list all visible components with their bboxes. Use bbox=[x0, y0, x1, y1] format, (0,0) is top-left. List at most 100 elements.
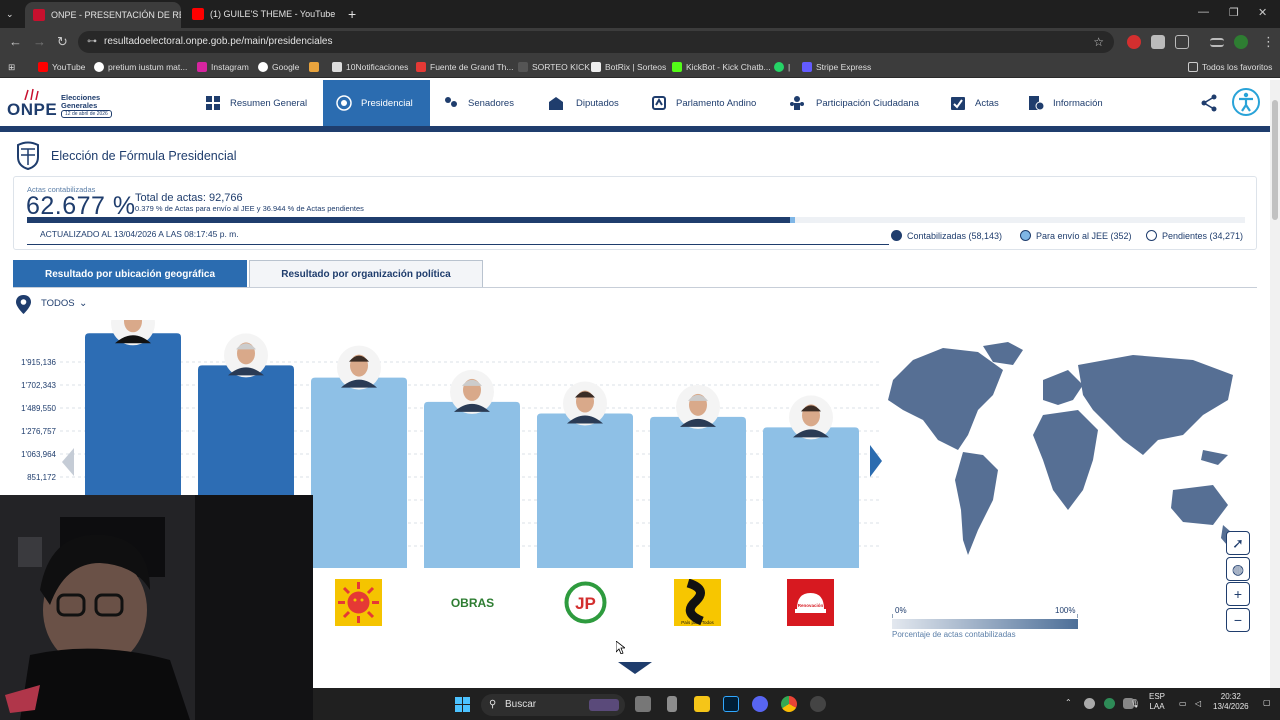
clock-date: 13/4/2026 bbox=[1213, 702, 1249, 711]
map-south-america[interactable] bbox=[955, 452, 998, 555]
tab-divider bbox=[13, 287, 1257, 288]
tray-app-icon[interactable] bbox=[1104, 698, 1115, 709]
extension-icon[interactable] bbox=[1151, 35, 1165, 49]
map-zoom-out-button[interactable]: − bbox=[1226, 608, 1250, 632]
reload-icon[interactable]: ↻ bbox=[57, 34, 68, 50]
clock[interactable]: 20:32 13/4/2026 bbox=[1213, 692, 1249, 712]
network-icon[interactable]: ▭ bbox=[1179, 699, 1187, 709]
bookmark-whatsapp[interactable]: | bbox=[774, 60, 790, 74]
bookmark-slack[interactable] bbox=[309, 60, 319, 74]
page-scrollbar[interactable] bbox=[1270, 80, 1280, 690]
y-tick-label: 1'915,136 bbox=[21, 358, 56, 367]
menu-icon[interactable]: ⋮ bbox=[1262, 34, 1275, 50]
tab-geographic-result[interactable]: Resultado por ubicación geográfica bbox=[13, 260, 247, 288]
new-tab-button[interactable]: + bbox=[344, 4, 364, 24]
tray-app-icon[interactable] bbox=[1084, 698, 1095, 709]
map-asia[interactable] bbox=[1078, 355, 1233, 455]
profile-avatar[interactable] bbox=[1234, 35, 1248, 49]
candidate-bar[interactable] bbox=[763, 427, 859, 568]
site-info-icon[interactable]: ⊶ bbox=[87, 31, 97, 53]
extension-icon[interactable] bbox=[1127, 35, 1141, 49]
y-tick-label: 1'063,964 bbox=[21, 450, 56, 459]
bookmark-google[interactable]: Google bbox=[258, 60, 299, 74]
window-close-icon[interactable]: ✕ bbox=[1258, 6, 1267, 19]
volume-icon[interactable]: ◁ bbox=[1195, 699, 1201, 709]
map-australia[interactable] bbox=[1171, 485, 1228, 525]
onpe-logo[interactable]: ONPE Elecciones Generales 12 de abril de … bbox=[7, 88, 117, 122]
scrollbar-thumb[interactable] bbox=[1272, 100, 1278, 220]
forward-arrow-icon[interactable]: → bbox=[33, 34, 46, 50]
candidate-bar[interactable] bbox=[650, 416, 746, 568]
share-icon[interactable] bbox=[1200, 94, 1218, 112]
apps-grid-icon[interactable]: ⊞ bbox=[8, 60, 15, 74]
obs-icon[interactable] bbox=[810, 696, 826, 712]
tab-youtube[interactable]: (1) GUILE'S THEME - YouTube ✕ bbox=[184, 4, 340, 24]
photoshop-icon[interactable] bbox=[723, 696, 739, 712]
puzzle-icon[interactable] bbox=[1175, 35, 1189, 49]
plus-icon: + bbox=[1233, 586, 1243, 602]
star-icon[interactable]: ☆ bbox=[1093, 31, 1104, 53]
map-north-america[interactable] bbox=[888, 348, 1003, 450]
task-view-icon[interactable] bbox=[635, 696, 651, 712]
minimize-icon[interactable]: — bbox=[1198, 6, 1209, 18]
bookmark-sorteo-kick[interactable]: SORTEO KICK bbox=[518, 60, 590, 74]
widgets-icon[interactable] bbox=[667, 696, 677, 712]
map-reset-button[interactable]: ➚ bbox=[1226, 531, 1250, 555]
map-indonesia[interactable] bbox=[1201, 450, 1228, 465]
tab-search-button[interactable]: ⌄ bbox=[2, 4, 22, 24]
chrome-icon[interactable] bbox=[781, 696, 797, 712]
chevron-up-icon[interactable]: ⌃ bbox=[1065, 698, 1072, 708]
bookmark-label: pretium iustum mat... bbox=[108, 62, 188, 72]
chevron-down-icon[interactable]: ⌄ bbox=[79, 298, 87, 309]
map-europe[interactable] bbox=[1043, 370, 1083, 405]
tab-political-org-result[interactable]: Resultado por organización política bbox=[249, 260, 483, 288]
nav-parlamento-andino[interactable]: Parlamento Andino bbox=[651, 80, 771, 126]
bookmark-kickbot[interactable]: KickBot - Kick Chatb... bbox=[672, 60, 771, 74]
back-arrow-icon[interactable]: ← bbox=[9, 34, 22, 50]
nav-actas[interactable]: Actas bbox=[950, 80, 1010, 126]
candidate-bar[interactable] bbox=[311, 377, 407, 568]
language-indicator[interactable]: ESP LAA bbox=[1149, 692, 1165, 712]
chevron-down-icon[interactable] bbox=[618, 662, 652, 674]
nav-participacion-ciudadana[interactable]: Participación Ciudadana bbox=[787, 80, 937, 126]
candidate-bar[interactable] bbox=[537, 413, 633, 568]
bookmark-10notificaciones[interactable]: 10Notificaciones bbox=[332, 60, 408, 74]
file-explorer-icon[interactable] bbox=[694, 696, 710, 712]
bookmark-grand-theft[interactable]: Fuente de Grand Th... bbox=[416, 60, 513, 74]
tab-onpe[interactable]: ONPE - PRESENTACIÓN DE RE ✕ bbox=[25, 2, 181, 28]
bookmark-botrix[interactable]: BotRix | Sorteos bbox=[591, 60, 666, 74]
browser-tab-strip: ⌄ ONPE - PRESENTACIÓN DE RE ✕ (1) GUILE'… bbox=[0, 0, 1280, 28]
bookmark-pretium[interactable]: pretium iustum mat... bbox=[94, 60, 187, 74]
nav-resumen-general[interactable]: Resumen General bbox=[195, 80, 313, 126]
nav-informacion[interactable]: Información bbox=[1028, 80, 1118, 126]
nav-presidencial[interactable]: Presidencial bbox=[323, 80, 430, 126]
notifications-icon[interactable]: ▢ bbox=[1263, 698, 1271, 708]
map-world-button[interactable]: ◍ bbox=[1226, 557, 1250, 581]
bookmark-youtube[interactable]: YouTube bbox=[38, 60, 85, 74]
windows-start-icon[interactable] bbox=[455, 697, 470, 712]
taskbar-search-input[interactable]: ⚲ Buscar bbox=[481, 694, 625, 716]
maximize-icon[interactable]: ❐ bbox=[1229, 6, 1239, 19]
candidate-bar[interactable] bbox=[424, 401, 520, 568]
accessibility-icon[interactable] bbox=[1232, 88, 1260, 116]
bookmark-stripe[interactable]: Stripe Express bbox=[802, 60, 871, 74]
chevron-left-icon[interactable] bbox=[62, 448, 74, 476]
y-tick-label: 1'276,757 bbox=[21, 427, 56, 436]
all-bookmarks[interactable]: Todos los favoritos bbox=[1188, 60, 1272, 74]
legend-label: Para envío al JEE (352) bbox=[1036, 230, 1132, 241]
world-map[interactable] bbox=[883, 340, 1253, 580]
url-input[interactable]: ⊶ resultadoelectoral.onpe.gob.pe/main/pr… bbox=[78, 31, 1114, 53]
y-tick-label: 851,172 bbox=[27, 473, 56, 482]
nav-senadores[interactable]: Senadores bbox=[443, 80, 533, 126]
location-filter-select[interactable]: TODOS bbox=[41, 298, 75, 309]
chevron-right-icon[interactable] bbox=[870, 445, 882, 477]
map-africa[interactable] bbox=[1033, 410, 1098, 510]
bookmark-instagram[interactable]: Instagram bbox=[197, 60, 249, 74]
bookmarks-bar: ⊞ YouTube pretium iustum mat... Instagra… bbox=[0, 56, 1280, 78]
microphone-icon[interactable]: 🎙 bbox=[1130, 699, 1140, 709]
discord-icon[interactable] bbox=[752, 696, 768, 712]
map-zoom-in-button[interactable]: + bbox=[1226, 582, 1250, 606]
nav-diputados[interactable]: Diputados bbox=[545, 80, 635, 126]
road-logo-icon: País para Todos bbox=[681, 578, 714, 626]
reading-list-icon[interactable] bbox=[1210, 38, 1224, 47]
